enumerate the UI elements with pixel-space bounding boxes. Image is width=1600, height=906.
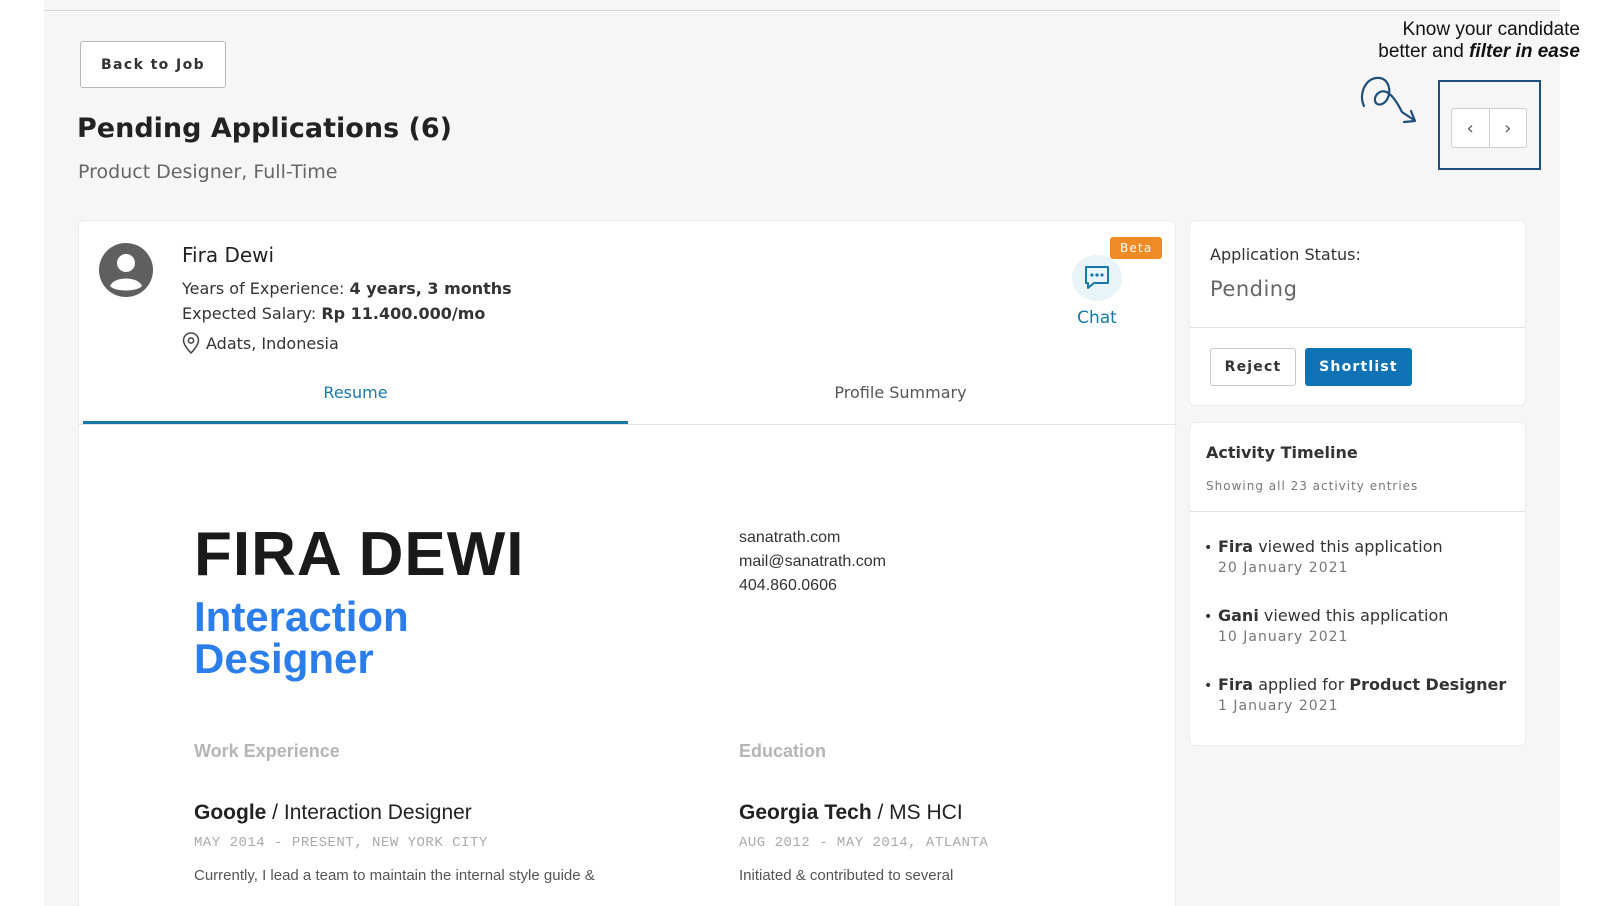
timeline-action: viewed this application: [1258, 606, 1449, 625]
timeline-actor: Gani: [1218, 606, 1259, 625]
bullet: •: [1204, 540, 1213, 556]
candidate-card: Fira Dewi Years of Experience: 4 years, …: [78, 220, 1177, 906]
candidate-location: Adats, Indonesia: [182, 332, 339, 354]
timeline-subtitle: Showing all 23 activity entries: [1206, 479, 1419, 493]
feature-callout: Know your candidate better and filter in…: [1378, 19, 1580, 63]
timeline-target: Product Designer: [1349, 675, 1507, 694]
resume-contact: sanatrath.com mail@sanatrath.com 404.860…: [739, 526, 886, 598]
timeline-action: applied for: [1253, 675, 1350, 694]
work-position: Interaction Designer: [283, 801, 472, 824]
bullet: •: [1204, 609, 1213, 625]
shortlist-button[interactable]: Shortlist: [1305, 348, 1412, 386]
timeline-title: Activity Timeline: [1206, 443, 1358, 462]
callout-line-2-emphasis: filter in ease: [1469, 41, 1580, 62]
candidate-name: Fira Dewi: [182, 243, 275, 267]
timeline-date: 1 January 2021: [1218, 698, 1339, 714]
timeline-date: 10 January 2021: [1218, 629, 1349, 645]
timeline-actor: Fira: [1218, 537, 1254, 556]
timeline-entry: • Gani viewed this application 10 January…: [1204, 606, 1448, 645]
avatar-icon: [99, 243, 153, 297]
education-school: Georgia Tech: [739, 801, 872, 824]
education-entry-description: Initiated & contributed to several: [739, 867, 954, 884]
education-heading: Education: [739, 741, 827, 761]
chat-bubble: [1072, 255, 1122, 301]
education-degree: MS HCI: [889, 801, 963, 824]
chat-label: Chat: [1077, 308, 1117, 328]
work-experience-heading: Work Experience: [194, 741, 340, 761]
candidate-pager: ‹ ›: [1451, 108, 1527, 148]
education-entry-meta: AUG 2012 - MAY 2014, ATLANTA: [739, 835, 989, 851]
timeline-action: viewed this application: [1253, 537, 1443, 556]
activity-timeline-card: Activity Timeline Showing all 23 activit…: [1189, 422, 1526, 746]
salary-value: Rp 11.400.000/mo: [321, 304, 486, 323]
application-status-card: Application Status: Pending Reject Short…: [1189, 220, 1526, 406]
candidate-experience: Years of Experience: 4 years, 3 months: [182, 279, 512, 298]
status-value: Pending: [1210, 277, 1298, 301]
timeline-divider: [1190, 511, 1525, 512]
work-entry-description: Currently, I lead a team to maintain the…: [194, 867, 595, 884]
work-entry-meta: MAY 2014 - PRESENT, NEW YORK CITY: [194, 835, 488, 851]
resume-role: Interaction Designer: [194, 596, 409, 680]
timeline-actor: Fira: [1218, 675, 1254, 694]
candidate-salary: Expected Salary: Rp 11.400.000/mo: [182, 304, 485, 323]
timeline-date: 20 January 2021: [1218, 560, 1349, 576]
chat-icon: [1085, 266, 1109, 289]
work-entry-title: Google / Interaction Designer: [194, 801, 472, 825]
chat-button[interactable]: Chat: [1067, 255, 1127, 328]
beta-badge: Beta: [1110, 237, 1163, 259]
timeline-entry: • Fira applied for Product Designer 1 Jan…: [1204, 675, 1506, 714]
next-candidate-button[interactable]: ›: [1488, 109, 1527, 147]
resume-role-line-1: Interaction: [194, 593, 409, 640]
back-to-job-button[interactable]: Back to Job: [80, 41, 226, 88]
resume-phone: 404.860.0606: [739, 577, 837, 594]
resume-name: FIRA DEWI: [194, 520, 525, 589]
resume-role-line-2: Designer: [194, 635, 374, 682]
chevron-left-icon: ‹: [1466, 117, 1474, 139]
page-title: Pending Applications (6): [77, 113, 453, 144]
reject-button[interactable]: Reject: [1210, 348, 1296, 386]
swirl-arrow-icon: [1360, 76, 1417, 124]
status-label: Application Status:: [1210, 245, 1361, 264]
page-subtitle: Product Designer, Full-Time: [78, 161, 338, 183]
work-separator: /: [266, 801, 284, 824]
previous-candidate-button[interactable]: ‹: [1452, 109, 1489, 147]
education-separator: /: [871, 801, 890, 824]
education-entry-title: Georgia Tech / MS HCI: [739, 801, 963, 825]
chevron-right-icon: ›: [1504, 117, 1512, 139]
resume-email: mail@sanatrath.com: [739, 553, 886, 570]
resume-website: sanatrath.com: [739, 529, 841, 546]
bullet: •: [1204, 678, 1213, 694]
timeline-entry: • Fira viewed this application 20 January…: [1204, 537, 1443, 576]
callout-line-1: Know your candidate: [1402, 19, 1580, 40]
top-divider: [44, 10, 1560, 11]
work-company: Google: [194, 801, 267, 824]
location-text: Adats, Indonesia: [206, 333, 339, 353]
experience-value: 4 years, 3 months: [349, 279, 512, 298]
callout-line-2: better and filter in ease: [1378, 41, 1580, 63]
tab-profile-summary[interactable]: Profile Summary: [628, 373, 1173, 424]
experience-label: Years of Experience:: [182, 279, 350, 298]
salary-label: Expected Salary:: [182, 304, 322, 323]
candidate-tabs: Resume Profile Summary: [79, 373, 1177, 425]
location-pin-icon: [182, 332, 200, 354]
status-divider: [1190, 327, 1525, 328]
tab-resume[interactable]: Resume: [83, 373, 628, 424]
callout-line-2-prefix: better and: [1378, 41, 1470, 62]
